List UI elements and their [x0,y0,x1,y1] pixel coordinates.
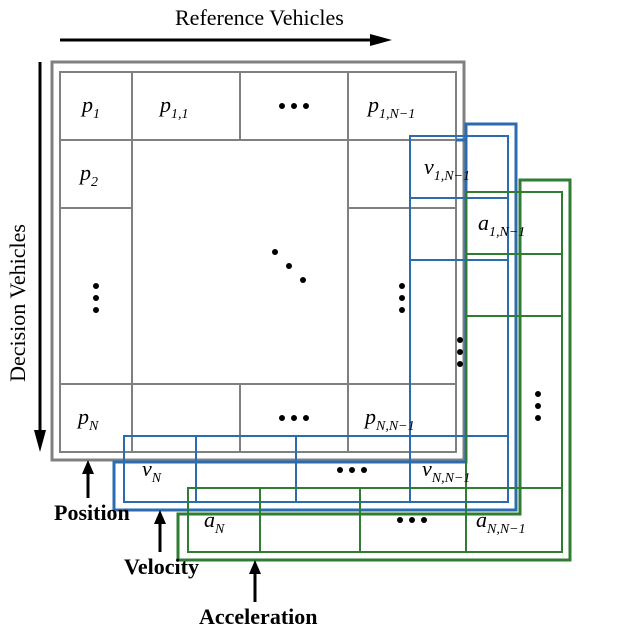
axis-label-reference: Reference Vehicles [175,5,344,30]
matrix-diagram: Reference Vehicles Decision Vehicles [0,0,634,632]
cell-p11 [132,72,240,140]
cell-vN [124,436,196,502]
text-a1N: a1,N−1 [478,210,525,240]
text-pNN: pN,N−1 [363,404,415,434]
pointer-acceleration: Acceleration [199,560,318,629]
text-p1: p1 [80,92,100,122]
axis-decision-vehicles: Decision Vehicles [5,62,46,452]
cell-p1N [348,72,456,140]
arrowhead-right [370,34,392,46]
label-position: Position [54,500,130,525]
cell-middle-block [132,140,456,384]
text-p11: p1,1 [158,92,189,122]
axis-label-decision: Decision Vehicles [5,224,30,382]
arrowhead-down [34,430,46,452]
arrowhead-up [82,460,94,474]
arrowhead-up [249,560,261,574]
label-acceleration: Acceleration [199,604,318,629]
text-p2: p2 [78,160,98,190]
label-velocity: Velocity [124,554,199,579]
pointer-position: Position [54,460,130,525]
axis-reference-vehicles: Reference Vehicles [60,5,392,46]
cell-texts: p1 p1,1 p1,N−1 p2 pN pN,N−1 v1,N−1 vN vN… [76,92,526,537]
cell-aN [188,488,260,552]
arrowhead-up [154,510,166,524]
text-p1N: p1,N−1 [366,92,415,122]
text-pN: pN [76,404,99,434]
cell-p1 [60,72,132,140]
cell-p2 [60,140,132,208]
cell-pN [60,384,132,452]
